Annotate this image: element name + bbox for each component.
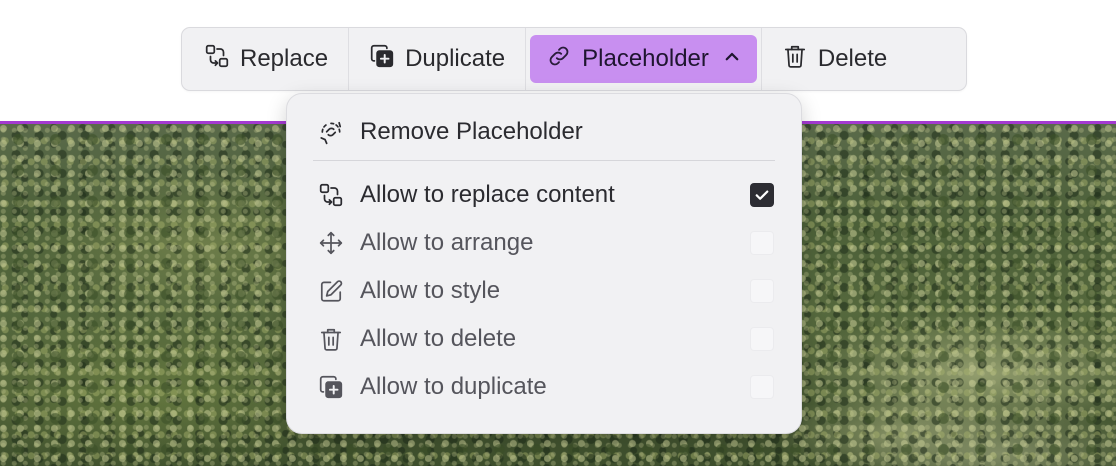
trash-icon [316,324,346,354]
option-label: Allow to duplicate [360,373,547,400]
remove-placeholder-label: Remove Placeholder [360,118,583,145]
replace-icon [204,43,230,76]
checkbox-unchecked[interactable] [750,279,774,303]
duplicate-icon [316,372,346,402]
chevron-up-icon [723,45,741,73]
option-allow-replace-content[interactable]: Allow to replace content [313,171,775,219]
replace-icon [316,180,346,210]
option-label: Allow to style [360,277,501,304]
option-label: Allow to replace content [360,181,615,208]
move-icon [316,228,346,258]
option-allow-duplicate[interactable]: Allow to duplicate [313,363,775,411]
edit-icon [316,276,346,306]
checkbox-unchecked[interactable] [750,375,774,399]
option-label: Allow to delete [360,325,517,352]
menu-divider [313,160,775,161]
option-label: Allow to arrange [360,229,534,256]
option-allow-delete[interactable]: Allow to delete [313,315,775,363]
replace-button[interactable]: Replace [188,35,344,83]
delete-button-label: Delete [817,45,888,72]
duplicate-icon [369,43,395,76]
link-icon [546,43,572,76]
placeholder-button-label: Placeholder [582,45,709,72]
canvas: Replace Duplicate Placeholder Delete Rem… [0,0,1116,466]
toolbar-divider [348,28,350,90]
replace-button-label: Replace [240,45,329,72]
placeholder-menu: Remove Placeholder Allow to replace cont… [286,93,802,434]
checkbox-unchecked[interactable] [750,327,774,351]
toolbar-divider [760,28,762,90]
remove-placeholder-item[interactable]: Remove Placeholder [313,108,775,156]
checkmark-icon [755,190,769,200]
duplicate-button[interactable]: Duplicate [353,35,521,83]
option-allow-arrange[interactable]: Allow to arrange [313,219,775,267]
placeholder-button[interactable]: Placeholder [530,35,757,83]
toolbar-divider [525,28,527,90]
checkbox-checked[interactable] [750,183,774,207]
duplicate-button-label: Duplicate [405,45,506,72]
unlink-icon [316,117,346,147]
checkbox-unchecked[interactable] [750,231,774,255]
image-toolbar: Replace Duplicate Placeholder Delete [181,27,967,91]
trash-icon [782,43,808,76]
option-allow-style[interactable]: Allow to style [313,267,775,315]
delete-button[interactable]: Delete [766,35,903,83]
